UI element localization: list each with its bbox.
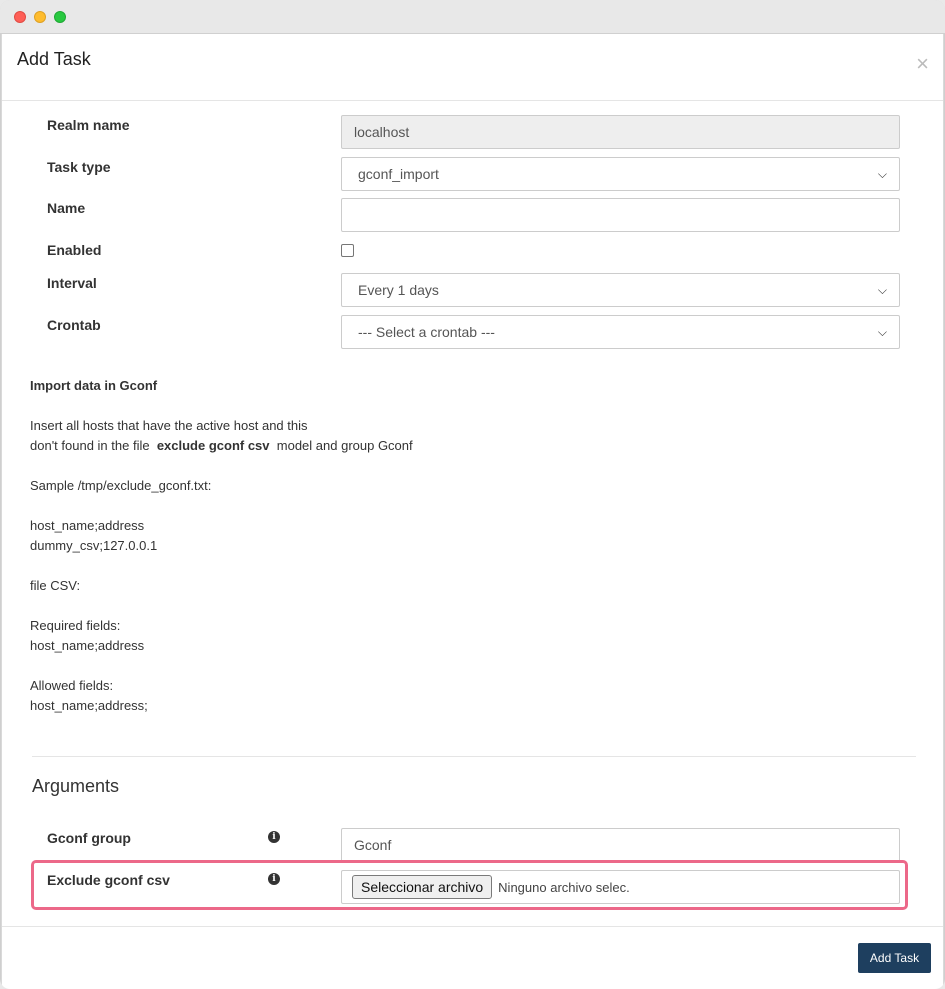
help-title: Import data in Gconf	[30, 378, 158, 393]
choose-file-button[interactable]: Seleccionar archivo	[352, 875, 493, 899]
gconf-group-value: Gconf	[354, 837, 392, 853]
footer-divider	[2, 926, 943, 927]
name-label: Name	[47, 200, 86, 216]
help-file-csv: file CSV:	[30, 578, 81, 593]
exclude-gconf-csv-label: Exclude gconf csv	[47, 872, 170, 888]
crontab-select[interactable]: --- Select a crontab --- ⌵	[341, 315, 900, 349]
modal-header: Add Task ×	[2, 34, 943, 101]
add-task-button[interactable]: Add Task	[858, 943, 931, 973]
info-icon[interactable]: i	[268, 831, 280, 843]
help-allowed-label: Allowed fields:	[30, 678, 114, 693]
help-line-2: don't found in the file exclude gconf cs…	[30, 436, 413, 456]
task-type-label: Task type	[47, 159, 111, 175]
file-status: Ninguno archivo selec.	[498, 879, 630, 895]
realm-name-input: localhost	[341, 115, 900, 149]
info-icon[interactable]: i	[268, 873, 280, 885]
maximize-window-button[interactable]	[54, 11, 66, 23]
realm-name-value: localhost	[354, 124, 410, 140]
gconf-group-input[interactable]: Gconf	[341, 828, 900, 862]
app-window: Add Task × Realm name localhost Task typ…	[0, 0, 945, 989]
help-line-2-post: model and group Gconf	[276, 438, 413, 453]
help-line-2-bold: exclude gconf csv	[156, 438, 270, 453]
help-line-1: Insert all hosts that have the active ho…	[30, 418, 308, 433]
help-required-value: host_name;address	[30, 638, 145, 653]
close-window-button[interactable]	[14, 11, 26, 23]
help-required-label: Required fields:	[30, 618, 121, 633]
arguments-title: Arguments	[32, 776, 120, 796]
gconf-group-label: Gconf group	[47, 830, 131, 846]
task-type-value: gconf_import	[358, 166, 439, 182]
interval-value: Every 1 days	[358, 282, 439, 298]
exclude-gconf-csv-file-input[interactable]: Seleccionar archivo Ninguno archivo sele…	[341, 870, 900, 904]
crontab-value: --- Select a crontab ---	[358, 324, 495, 340]
interval-select[interactable]: Every 1 days ⌵	[341, 273, 900, 307]
chevron-down-icon: ⌵	[877, 166, 887, 181]
window-titlebar	[0, 0, 945, 34]
enabled-checkbox[interactable]	[341, 244, 354, 257]
chevron-down-icon: ⌵	[877, 324, 887, 339]
section-divider	[32, 756, 916, 757]
interval-label: Interval	[47, 275, 97, 291]
realm-name-label: Realm name	[47, 117, 130, 133]
add-task-modal: Add Task × Realm name localhost Task typ…	[1, 34, 944, 989]
close-icon[interactable]: ×	[916, 53, 929, 75]
minimize-window-button[interactable]	[34, 11, 46, 23]
crontab-label: Crontab	[47, 317, 101, 333]
name-input[interactable]	[341, 198, 900, 232]
modal-title: Add Task	[17, 49, 91, 69]
task-type-select[interactable]: gconf_import ⌵	[341, 157, 900, 191]
help-sample: Sample /tmp/exclude_gconf.txt:	[30, 478, 212, 493]
help-allowed-value: host_name;address;	[30, 698, 148, 713]
help-line-2-pre: don't found in the file	[30, 438, 150, 453]
chevron-down-icon: ⌵	[877, 282, 887, 297]
help-sample-row: dummy_csv;127.0.0.1	[30, 538, 158, 553]
enabled-label: Enabled	[47, 242, 102, 258]
help-sample-header: host_name;address	[30, 518, 145, 533]
